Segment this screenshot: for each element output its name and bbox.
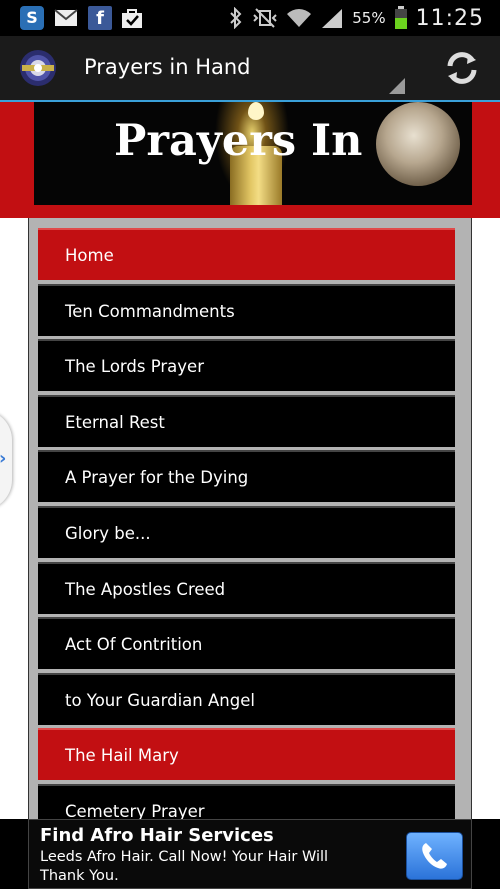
nav-item[interactable]: Act Of Contrition (38, 617, 455, 670)
nav-item[interactable]: Ten Commandments (38, 283, 455, 336)
signal-icon (322, 9, 343, 28)
nav-item[interactable]: A Prayer for the Dying (38, 450, 455, 503)
clock: 11:25 (415, 5, 484, 31)
nav-item[interactable]: Eternal Rest (38, 394, 455, 447)
status-bar: S f 55% 11:25 (0, 0, 500, 36)
header-title: Prayers In (114, 116, 363, 166)
call-button[interactable] (406, 832, 463, 880)
action-bar: Prayers in Hand (0, 36, 500, 102)
nav-item[interactable]: Home (38, 228, 455, 280)
spinner-indicator-icon[interactable] (389, 78, 405, 94)
battery-icon (394, 6, 407, 29)
skype-icon: S (20, 6, 44, 30)
nav-item[interactable]: The Apostles Creed (38, 561, 455, 614)
ad-strip-left (0, 819, 28, 889)
nav-item[interactable]: to Your Guardian Angel (38, 672, 455, 725)
ad-title: Find Afro Hair Services (40, 825, 274, 846)
battery-percent: 55% (352, 9, 386, 27)
app-title: Prayers in Hand (84, 55, 251, 79)
phone-icon (422, 843, 447, 869)
side-drawer-tab[interactable]: › (0, 410, 12, 510)
nav-item[interactable]: Glory be... (38, 505, 455, 558)
header-banner: Prayers In (34, 102, 472, 205)
gmail-icon (54, 6, 78, 30)
nav-item[interactable]: The Lords Prayer (38, 339, 455, 392)
status-indicators: 55% 11:25 (228, 0, 484, 36)
vibrate-icon (253, 8, 277, 28)
nav-list: Home Ten Commandments The Lords Prayer Eter… (38, 228, 455, 840)
wifi-icon (287, 9, 312, 27)
shopping-bag-icon (120, 6, 144, 30)
ad-strip-right (472, 819, 500, 889)
nav-item[interactable]: The Hail Mary (38, 728, 455, 781)
ad-banner[interactable]: Find Afro Hair Services Leeds Afro Hair.… (28, 819, 472, 889)
bluetooth-icon (230, 7, 242, 29)
refresh-icon[interactable] (444, 50, 480, 86)
facebook-icon: f (88, 6, 112, 30)
app-logo-icon[interactable] (16, 48, 60, 88)
ad-text: Leeds Afro Hair. Call Now! Your Hair Wil… (40, 849, 329, 884)
chevron-right-icon: › (0, 448, 6, 469)
